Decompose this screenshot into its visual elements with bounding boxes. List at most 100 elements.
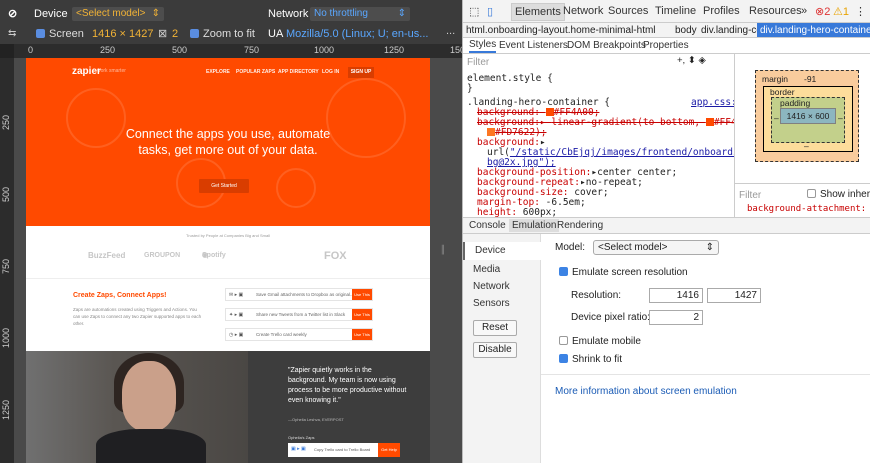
swap-dimensions-icon[interactable]: ⇆: [8, 27, 16, 41]
emu-tab-device[interactable]: Device: [463, 242, 541, 260]
tab-sources[interactable]: Sources: [608, 5, 648, 17]
breadcrumb-body[interactable]: body: [675, 23, 697, 37]
resize-handle-icon[interactable]: ║: [440, 245, 446, 263]
zap-row[interactable]: ✉ ▸ ▣ Save Gmail attachments to Dropbox …: [225, 288, 373, 301]
zap-row[interactable]: ◷ ▸ ▣ Create Trello card weekly Use This: [225, 328, 373, 341]
dpr-input[interactable]: 2: [649, 310, 703, 325]
ophelias-zap-row[interactable]: ▣ ▸ ▣ Copy Trello card to Trello Board G…: [288, 443, 400, 457]
emulate-resolution-checkbox[interactable]: Emulate screen resolution: [559, 267, 688, 278]
color-swatch[interactable]: [545, 108, 554, 116]
emulation-sidebar: Device Media Network Sensors Reset Disab…: [463, 234, 541, 463]
network-select[interactable]: No throttling ⇕: [310, 7, 410, 21]
tab-resources[interactable]: Resources: [749, 5, 802, 17]
device-select[interactable]: <Select model> ⇕: [72, 7, 164, 21]
tab-profiles[interactable]: Profiles: [703, 5, 740, 17]
screen-checkbox[interactable]: Screen: [36, 27, 84, 41]
horizontal-ruler: 0 250 500 750 1000 1250 150: [14, 44, 462, 58]
zoom-to-fit-checkbox[interactable]: Zoom to fit: [190, 27, 255, 41]
tab-timeline[interactable]: Timeline: [655, 5, 696, 17]
padding-left-value[interactable]: –: [774, 113, 779, 123]
error-count[interactable]: ⊗2: [815, 5, 830, 18]
style-declaration[interactable]: height: 600px;: [477, 207, 557, 218]
zap-row[interactable]: ✦ ▸ ▣ Share new Tweets from a Twitter li…: [225, 308, 373, 321]
use-this-button[interactable]: Use This: [352, 309, 372, 320]
create-zaps-description: Zaps are automations created using Trigg…: [73, 307, 202, 326]
checkbox-icon: [36, 29, 45, 38]
hero-pattern: [276, 168, 316, 208]
color-swatch[interactable]: [487, 128, 495, 136]
get-help-button[interactable]: Get Help: [378, 443, 400, 457]
emu-tab-media[interactable]: Media: [473, 264, 500, 275]
breadcrumb: html.onboarding-layout.home-minimal-html…: [463, 23, 870, 38]
box-content-size[interactable]: 1416 × 600: [780, 108, 836, 124]
more-info-link[interactable]: More information about screen emulation: [555, 386, 737, 397]
color-swatch[interactable]: [705, 118, 714, 126]
resolution-width-input[interactable]: 1416: [649, 288, 703, 303]
ruler-tick-label: 750: [1, 258, 11, 274]
more-icon[interactable]: ...: [446, 24, 455, 38]
signup-button[interactable]: SIGN UP: [348, 67, 374, 78]
divider: [26, 278, 430, 279]
computed-property[interactable]: background-attachment:: [747, 204, 866, 214]
ruler-tick-label: 1000: [314, 45, 335, 55]
emulate-mobile-checkbox[interactable]: Emulate mobile: [559, 336, 641, 347]
tab-network[interactable]: Network: [563, 5, 603, 17]
screen-label: Screen: [49, 28, 84, 40]
tab-dom-breakpoints[interactable]: DOM Breakpoints: [567, 40, 646, 51]
ruler-tick-label: 1000: [1, 327, 11, 348]
ruler-tick-label: 1250: [1, 399, 11, 420]
ruler-tick-label: 1250: [384, 45, 405, 55]
padding-right-value[interactable]: –: [838, 113, 843, 123]
rule-source-link[interactable]: app.css:7: [691, 98, 734, 108]
breadcrumb-landing-hero-container[interactable]: div.landing-hero-container: [757, 23, 870, 37]
tab-console[interactable]: Console: [469, 220, 506, 231]
emu-tab-network[interactable]: Network: [473, 281, 510, 292]
show-inherited-checkbox[interactable]: Show inherite: [807, 189, 870, 200]
menu-dots-icon[interactable]: ⋮: [855, 5, 866, 18]
reset-button[interactable]: Reset: [473, 320, 517, 336]
emu-tab-sensors[interactable]: Sensors: [473, 298, 510, 309]
breadcrumb-html[interactable]: html.onboarding-layout.home-minimal-html: [466, 23, 656, 37]
dpr-value[interactable]: 2: [172, 27, 178, 41]
resolution-height-input[interactable]: 1427: [707, 288, 761, 303]
spotify-name: Spotify: [202, 252, 226, 259]
more-tabs-icon[interactable]: »: [801, 5, 807, 17]
disable-button[interactable]: Disable: [473, 342, 517, 358]
screen-dimensions[interactable]: 1416 × 1427: [92, 27, 153, 41]
styles-filter[interactable]: Filter: [467, 58, 489, 68]
nav-app-directory[interactable]: APP DIRECTORY: [278, 69, 319, 75]
device-mode-icon[interactable]: ▯: [487, 5, 493, 18]
dpr-icon: ⊠: [158, 28, 168, 40]
pin-icon[interactable]: ⬍: [688, 55, 696, 66]
shrink-to-fit-checkbox[interactable]: Shrink to fit: [559, 354, 622, 365]
nav-log-in[interactable]: LOG IN: [322, 69, 339, 75]
tab-properties[interactable]: Properties: [643, 40, 689, 51]
ua-value[interactable]: Mozilla/5.0 (Linux; U; en-us...: [286, 27, 428, 41]
use-this-button[interactable]: Use This: [352, 289, 372, 300]
prop-name: height:: [477, 207, 518, 218]
element-style-rule[interactable]: element.style {: [467, 74, 553, 84]
no-entry-icon[interactable]: ⊘: [8, 7, 17, 21]
add-rule-icon[interactable]: +,: [677, 55, 685, 66]
model-select[interactable]: <Select model> ⇕: [593, 240, 719, 255]
nav-explore[interactable]: EXPLORE: [206, 69, 230, 75]
tab-rendering[interactable]: Rendering: [557, 220, 603, 231]
checkbox-icon: [807, 189, 816, 198]
get-started-button[interactable]: Get Started: [199, 179, 249, 193]
tab-emulation[interactable]: Emulation: [509, 219, 560, 232]
computed-filter[interactable]: Filter: [739, 190, 761, 201]
warning-count[interactable]: ⚠1: [833, 5, 849, 18]
resolution-label: Resolution:: [571, 290, 622, 301]
tab-elements[interactable]: Elements: [511, 3, 565, 21]
warning-count-value: 1: [842, 6, 849, 18]
use-this-button[interactable]: Use This: [352, 329, 372, 340]
ruler-corner: [0, 44, 14, 58]
margin-top-value[interactable]: -91: [804, 74, 816, 84]
nav-popular-zaps[interactable]: POPULAR ZAPS: [236, 69, 275, 75]
inspect-element-icon[interactable]: ⬚: [469, 5, 479, 18]
color-picker-icon[interactable]: ◈: [698, 55, 705, 66]
zap-text: Create Trello card weekly: [256, 332, 307, 337]
tab-event-listeners[interactable]: Event Listeners: [499, 40, 568, 51]
tab-styles[interactable]: Styles: [469, 39, 497, 53]
person-body: [96, 429, 206, 463]
